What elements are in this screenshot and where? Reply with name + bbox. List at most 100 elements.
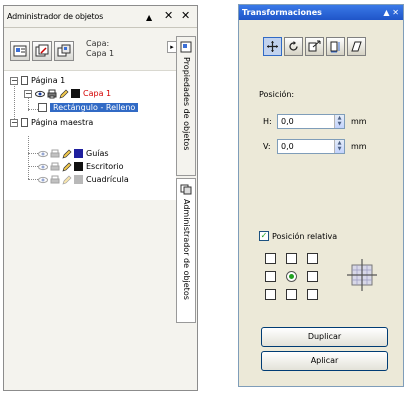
layer-manager-view-icon [57,44,71,57]
transform-mode-toolbar [263,37,393,61]
outer-close-button[interactable]: ✕ [181,10,190,22]
tree-item-label: Guías [86,149,109,158]
printer-icon[interactable] [50,149,60,159]
position-section-label: Posición: [259,90,295,99]
page-icon [21,76,28,85]
pencil-icon[interactable] [62,175,72,185]
h-spinner[interactable]: ▲ ▼ [334,114,344,128]
object-tree: − Página 1 − Capa 1 Rectángulo - Relleno… [4,70,176,200]
show-object-properties-button[interactable] [10,41,30,61]
v-position-input[interactable]: 0,0 ▲ ▼ [277,138,345,154]
autohide-button[interactable]: ▲ [146,12,152,24]
tree-item-rectangle[interactable]: Rectángulo - Relleno [38,101,139,114]
printer-icon[interactable] [47,89,57,99]
anchor-preview-icon [347,259,377,291]
object-properties-icon [180,41,192,53]
tree-item-label: Página maestra [31,118,94,127]
v-unit: mm [351,141,367,151]
show-object-properties-icon [13,45,27,57]
anchor-center[interactable] [286,271,297,282]
pencil-icon[interactable] [59,89,69,99]
v-value: 0,0 [281,141,294,151]
tree-item-guides[interactable]: Guías [38,147,109,160]
layer-color-swatch[interactable] [74,162,83,171]
pencil-icon[interactable] [62,162,72,172]
anchor-top-left[interactable] [265,253,276,264]
anchor-bottom-right[interactable] [307,289,318,300]
collapse-toggle[interactable]: − [10,118,18,127]
page-icon [21,118,28,127]
tab-object-manager[interactable]: Administrador de objetos [176,178,196,323]
docker-close-button[interactable]: ✕ [164,10,173,22]
h-label: H: [263,116,272,126]
tree-item-page-1[interactable]: − Página 1 [10,74,65,87]
size-mode-button[interactable] [326,37,345,56]
tree-item-label: Cuadrícula [86,175,129,184]
tree-item-grid[interactable]: Cuadrícula [38,173,129,186]
eye-icon[interactable] [38,162,48,172]
rotate-icon [289,41,298,51]
anchor-bottom-center[interactable] [286,289,297,300]
docker-title: Administrador de objetos [7,12,104,21]
transformations-docker: Transformaciones ▲ ✕ Posición: H: 0,0 ▲ ▼… [238,4,404,387]
layer-color-swatch[interactable] [71,89,80,98]
edit-across-layers-icon [35,44,49,57]
v-label: V: [263,141,271,151]
tree-item-desktop[interactable]: Escritorio [38,160,124,173]
scale-mirror-icon [308,40,321,52]
tree-item-label: Capa 1 [83,89,112,98]
docker-title: Transformaciones [242,8,322,17]
titlebar-buttons[interactable]: ▲ ✕ [383,5,399,20]
tree-item-layer-1[interactable]: − Capa 1 [24,87,111,100]
anchor-middle-right[interactable] [307,271,318,282]
spin-down-icon[interactable]: ▼ [335,146,344,152]
anchor-middle-left[interactable] [265,271,276,282]
spin-down-icon[interactable]: ▼ [335,121,344,127]
tree-connector [28,153,38,154]
eye-icon[interactable] [38,175,48,185]
tree-connector [28,109,38,110]
rotate-mode-button[interactable] [284,37,303,56]
tree-item-label: Escritorio [86,162,124,171]
tree-item-master-page[interactable]: − Página maestra [10,116,93,129]
skew-mode-button[interactable] [347,37,366,56]
skew-icon [351,41,362,52]
edit-across-layers-button[interactable] [32,41,52,61]
duplicate-button[interactable]: Duplicar [261,327,388,347]
layer-manager-view-button[interactable] [54,41,74,61]
relative-position-checkbox[interactable]: ✓ [259,231,269,241]
layer-caption-value: Capa 1 [86,49,115,58]
tree-connector [28,136,29,179]
printer-icon[interactable] [50,175,60,185]
layer-caption-label: Capa: [86,39,110,48]
layer-color-swatch[interactable] [74,175,83,184]
tab-label: Propiedades de objetos [182,57,191,151]
collapse-toggle[interactable]: − [24,89,32,98]
scale-mirror-mode-button[interactable] [305,37,324,56]
pencil-icon[interactable] [62,149,72,159]
printer-icon[interactable] [50,162,60,172]
v-position-row: V: 0,0 ▲ ▼ mm [263,138,367,154]
position-mode-button[interactable] [263,37,282,56]
docker-header: Administrador de objetos ▲ ✕ ✕ [4,6,197,28]
h-position-input[interactable]: 0,0 ▲ ▼ [277,113,345,129]
size-icon [330,41,340,53]
position-icon [267,41,278,52]
eye-icon[interactable] [38,149,48,159]
tree-connector [28,166,38,167]
v-spinner[interactable]: ▲ ▼ [334,139,344,153]
rectangle-icon [38,103,47,112]
tab-label: Administrador de objetos [182,199,191,300]
layer-color-swatch[interactable] [74,149,83,158]
anchor-bottom-left[interactable] [265,289,276,300]
anchor-top-center[interactable] [286,253,297,264]
eye-icon[interactable] [35,89,45,99]
apply-button[interactable]: Aplicar [261,351,388,371]
tab-object-properties[interactable]: Propiedades de objetos [176,36,196,176]
collapse-toggle[interactable]: − [10,76,18,85]
h-value: 0,0 [281,116,294,126]
relative-position-option[interactable]: ✓ Posición relativa [259,231,337,241]
anchor-top-right[interactable] [307,253,318,264]
object-manager-toolbar: Capa: Capa 1 [10,36,170,66]
transformations-titlebar: Transformaciones ▲ ✕ [239,5,403,20]
